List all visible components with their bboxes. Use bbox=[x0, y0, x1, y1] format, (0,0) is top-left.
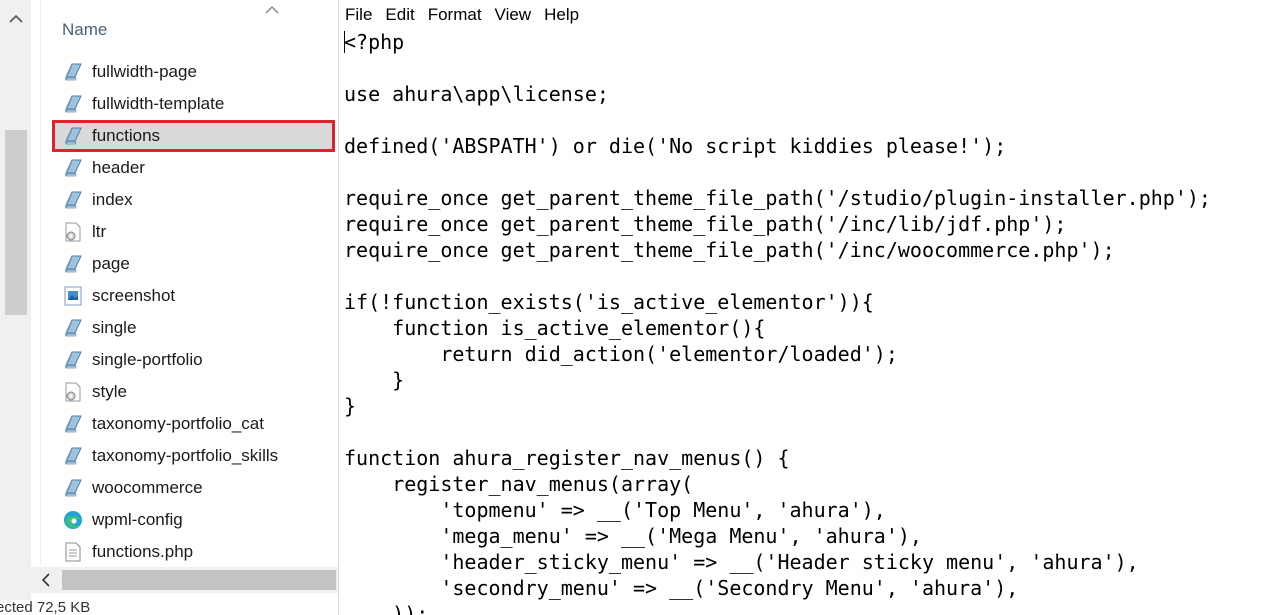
code-line: require_once get_parent_theme_file_path(… bbox=[344, 238, 1115, 262]
php-file-icon bbox=[62, 317, 84, 339]
file-name: style bbox=[92, 382, 127, 401]
vertical-scroll-thumb[interactable] bbox=[5, 130, 27, 315]
file-name: taxonomy-portfolio_skills bbox=[92, 446, 279, 465]
status-bar: ected 72,5 KB bbox=[0, 598, 338, 615]
php-file-icon bbox=[62, 189, 84, 211]
file-row[interactable]: taxonomy-portfolio_cat bbox=[52, 408, 338, 440]
code-lines: <?php use ahura\app\license; defined('ABSP… bbox=[344, 29, 1272, 615]
code-line: use ahura\app\license; bbox=[344, 82, 609, 106]
file-name: wpml-config bbox=[92, 510, 183, 529]
file-name: ltr bbox=[92, 222, 107, 241]
code-line: 'mega_menu' => __('Mega Menu', 'ahura'), bbox=[344, 524, 922, 548]
code-line: function ahura_register_nav_menus() { bbox=[344, 446, 790, 470]
file-row[interactable]: style bbox=[52, 376, 338, 408]
php-file-icon bbox=[62, 445, 84, 467]
text-editor[interactable]: <?php use ahura\app\license; defined('ABSP… bbox=[344, 29, 1272, 615]
name-column-header[interactable]: Name bbox=[62, 20, 107, 40]
file-name: single-portfolio bbox=[92, 350, 203, 369]
file-row[interactable]: fullwidth-page bbox=[52, 56, 338, 88]
scroll-down-arrow-icon[interactable] bbox=[0, 500, 31, 526]
code-line: 'secondry_menu' => __('Secondry Menu', '… bbox=[344, 576, 1019, 600]
code-line: if(!function_exists('is_active_elementor… bbox=[344, 290, 874, 314]
code-line: 'topmenu' => __('Top Menu', 'ahura'), bbox=[344, 498, 886, 522]
file-name: functions bbox=[92, 126, 161, 145]
menu-file[interactable]: File bbox=[339, 0, 379, 29]
code-line: )); bbox=[344, 602, 429, 615]
notepad-window: File Edit Format View Help <?php use ahur… bbox=[339, 0, 1273, 615]
css-file-icon bbox=[62, 381, 84, 403]
file-row[interactable]: ltr bbox=[52, 216, 338, 248]
file-row[interactable]: single-portfolio bbox=[52, 344, 338, 376]
menu-help[interactable]: Help bbox=[538, 0, 586, 29]
file-row[interactable]: single bbox=[52, 312, 338, 344]
scroll-up-arrow-icon[interactable] bbox=[0, 6, 31, 32]
horizontal-scrollbar[interactable] bbox=[31, 567, 338, 593]
file-row[interactable]: woocommerce bbox=[52, 472, 338, 504]
scroll-left-arrow-icon[interactable] bbox=[34, 567, 58, 593]
file-row[interactable]: fullwidth-template bbox=[52, 88, 338, 120]
code-line: <?php bbox=[344, 30, 405, 54]
code-line: register_nav_menus(array( bbox=[344, 472, 694, 496]
edge-xml-file-icon bbox=[62, 509, 84, 531]
css-file-icon bbox=[62, 221, 84, 243]
file-name: page bbox=[92, 254, 130, 273]
code-line: require_once get_parent_theme_file_path(… bbox=[344, 186, 1211, 210]
menu-bar: File Edit Format View Help bbox=[339, 0, 1273, 29]
sort-ascending-icon bbox=[263, 2, 281, 16]
code-line: return did_action('elementor/loaded'); bbox=[344, 342, 898, 366]
file-name: woocommerce bbox=[92, 478, 203, 497]
image-file-icon bbox=[62, 285, 84, 307]
code-line: function is_active_elementor(){ bbox=[344, 316, 766, 340]
vertical-scrollbar[interactable] bbox=[0, 0, 31, 600]
php-file-icon bbox=[62, 61, 84, 83]
menu-format[interactable]: Format bbox=[422, 0, 489, 29]
code-line: } bbox=[344, 368, 405, 392]
file-row[interactable]: index bbox=[52, 184, 338, 216]
php-file-icon bbox=[62, 349, 84, 371]
code-line: 'header_sticky_menu' => __('Header stick… bbox=[344, 550, 1139, 574]
horizontal-scroll-thumb[interactable] bbox=[62, 570, 336, 590]
file-row[interactable]: functions.php bbox=[52, 536, 338, 568]
code-line: defined('ABSPATH') or die('No script kid… bbox=[344, 134, 1007, 158]
file-row[interactable]: screenshot bbox=[52, 280, 338, 312]
php-file-icon bbox=[62, 253, 84, 275]
file-row[interactable]: header bbox=[52, 152, 338, 184]
code-line: } bbox=[344, 394, 357, 418]
column-separator bbox=[40, 0, 41, 565]
php-file-icon bbox=[62, 413, 84, 435]
file-name: index bbox=[92, 190, 133, 209]
file-row[interactable]: page bbox=[52, 248, 338, 280]
status-text: ected 72,5 KB bbox=[0, 599, 91, 615]
php-file-icon bbox=[62, 477, 84, 499]
file-row[interactable]: wpml-config bbox=[52, 504, 338, 536]
file-explorer-pane: Name fullwidth-page fullwidth-template fun… bbox=[0, 0, 338, 615]
code-line: require_once get_parent_theme_file_path(… bbox=[344, 212, 1067, 236]
php-file-icon bbox=[62, 93, 84, 115]
text-file-icon bbox=[62, 541, 84, 563]
file-name: screenshot bbox=[92, 286, 176, 305]
file-row[interactable]: taxonomy-portfolio_skills bbox=[52, 440, 338, 472]
text-caret bbox=[344, 31, 345, 53]
file-row-selected[interactable]: functions bbox=[52, 120, 335, 152]
file-list: fullwidth-page fullwidth-template function… bbox=[52, 56, 338, 568]
file-name: taxonomy-portfolio_cat bbox=[92, 414, 264, 433]
menu-view[interactable]: View bbox=[489, 0, 539, 29]
php-file-icon bbox=[62, 125, 84, 147]
file-name: fullwidth-page bbox=[92, 62, 197, 81]
php-file-icon bbox=[62, 157, 84, 179]
file-name: fullwidth-template bbox=[92, 94, 225, 113]
file-name: functions.php bbox=[92, 542, 194, 561]
file-name: header bbox=[92, 158, 145, 177]
file-name: single bbox=[92, 318, 137, 337]
menu-edit[interactable]: Edit bbox=[379, 0, 421, 29]
